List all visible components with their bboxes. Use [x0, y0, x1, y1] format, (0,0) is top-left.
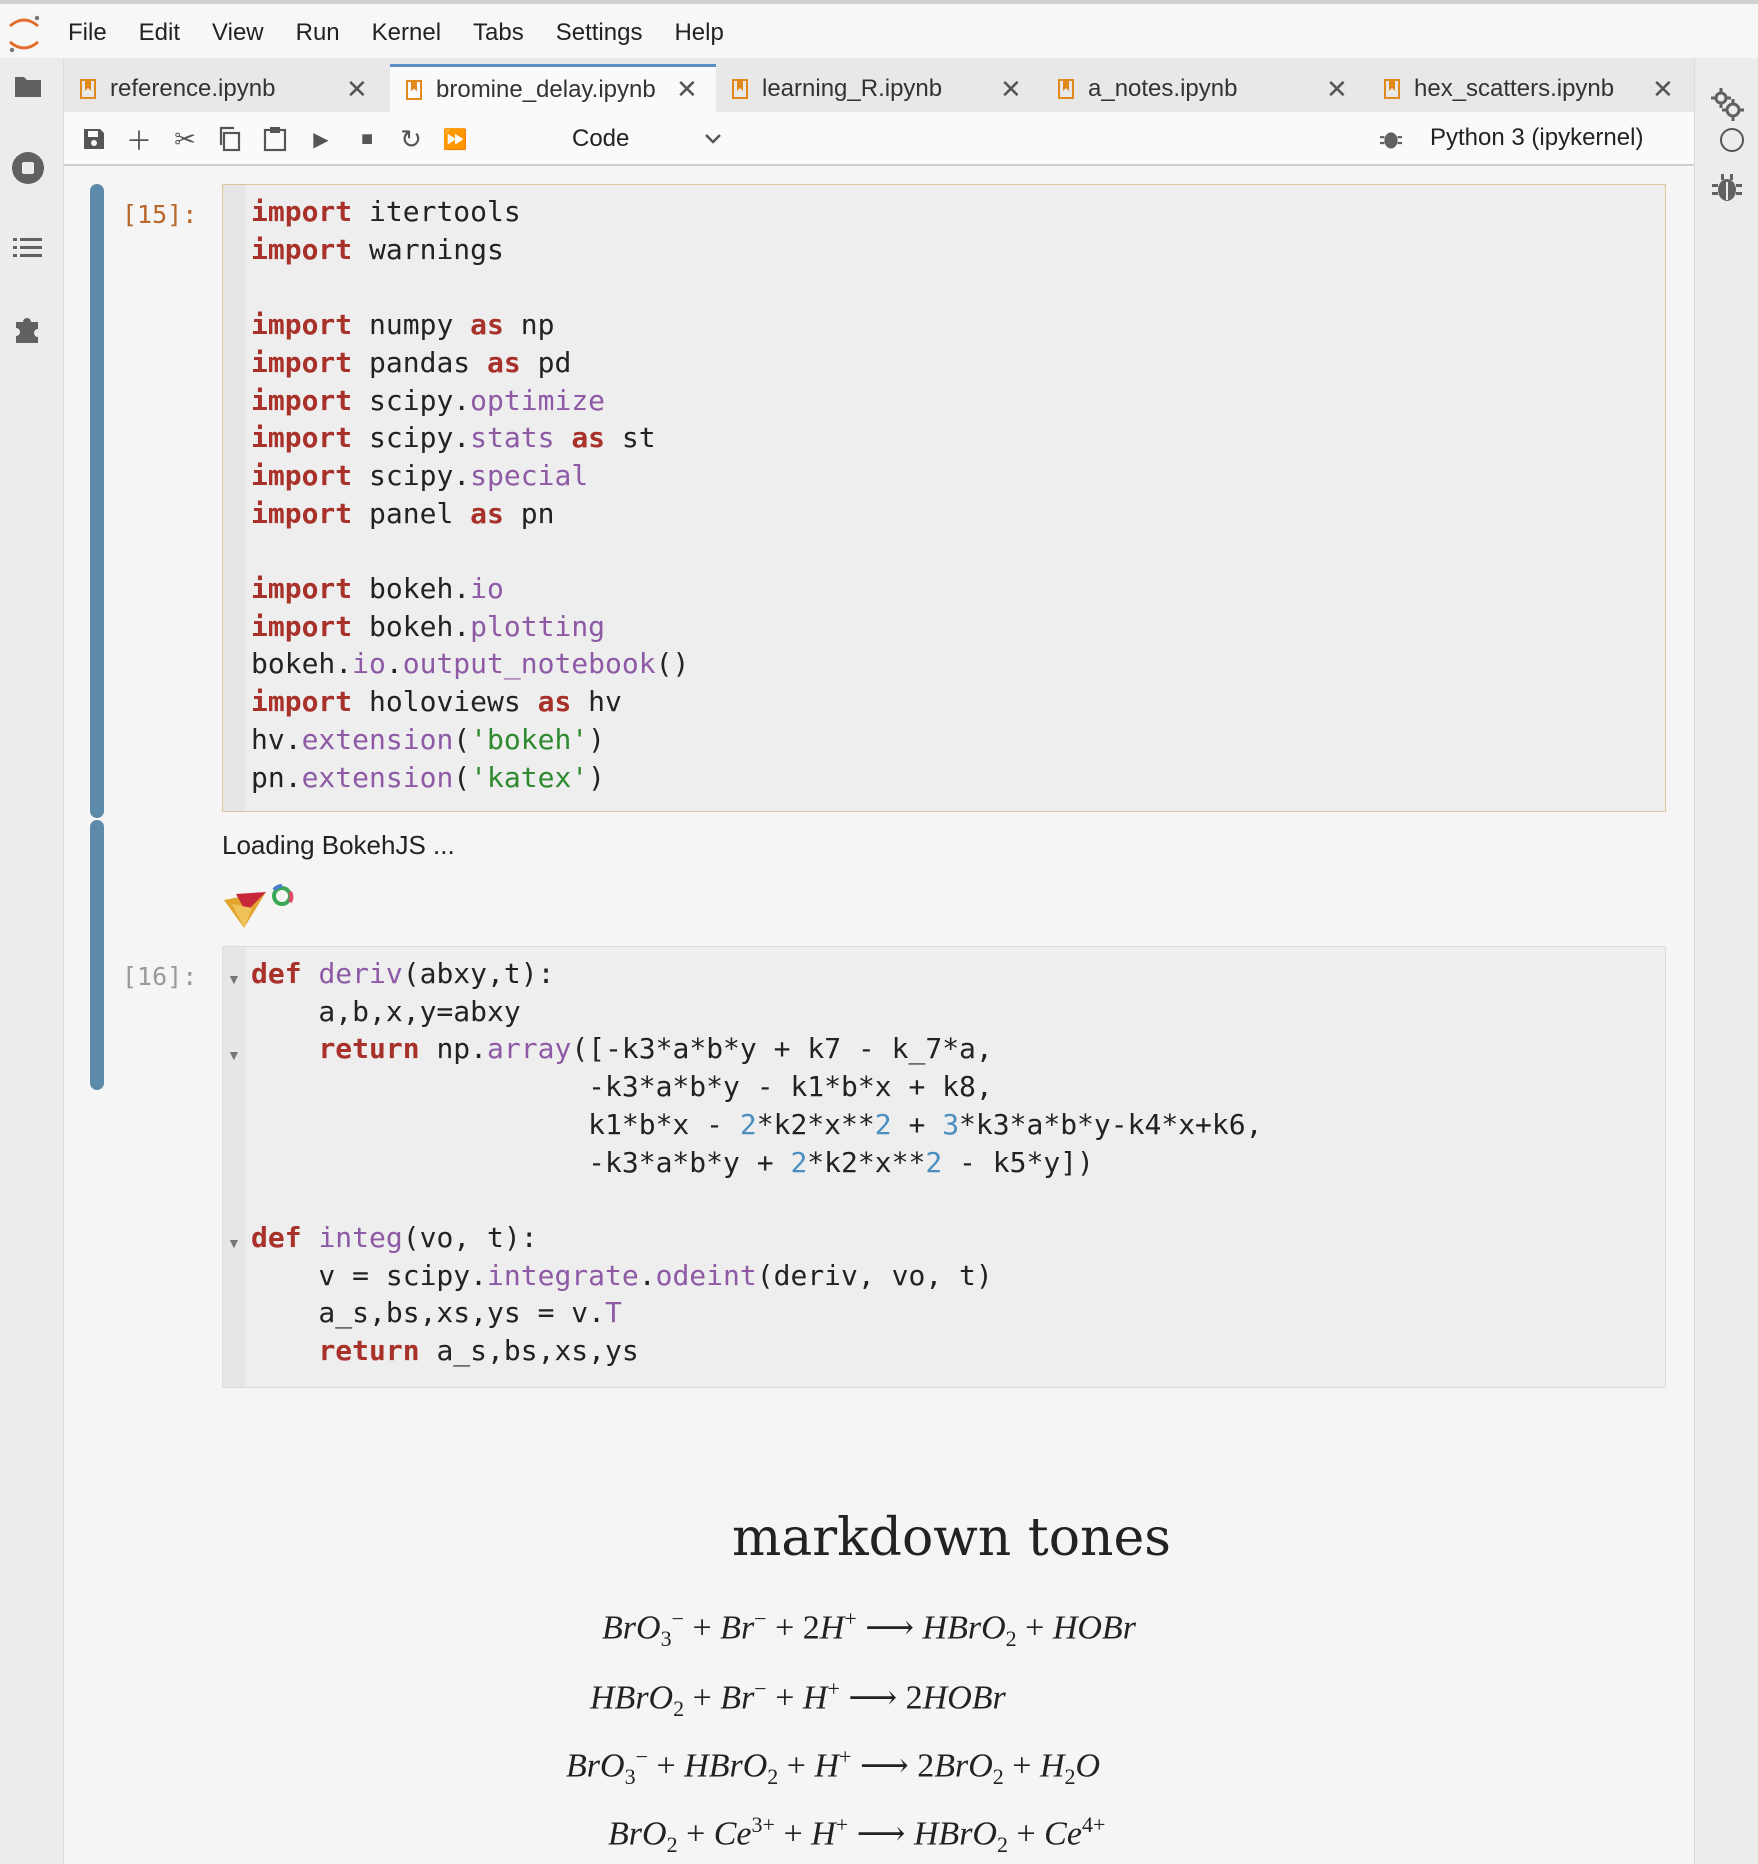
cell-prompt: [16]: — [122, 962, 198, 991]
tab-label: learning_R.ipynb — [762, 75, 943, 102]
tab-label: reference.ipynb — [110, 75, 276, 102]
menu-items: File Edit View Run Kernel Tabs Settings … — [68, 4, 756, 62]
markdown-heading: markdown tones — [732, 1508, 1171, 1568]
code-content: import itertools import warnings import … — [251, 195, 690, 794]
fold-marker-icon[interactable]: ▼ — [227, 971, 241, 987]
table-of-contents-icon[interactable] — [8, 228, 48, 268]
kernel-name[interactable]: Python 3 (ipykernel) — [1430, 124, 1643, 152]
cell-prompt: [15]: — [122, 200, 198, 229]
tab-bar: reference.ipynb ✕ bromine_delay.ipynb ✕ … — [64, 58, 1694, 112]
debugger-bug-icon[interactable] — [1707, 168, 1747, 208]
cell-type-value: Code — [572, 125, 630, 152]
property-inspector-gears-icon[interactable] — [1707, 84, 1747, 124]
close-icon[interactable]: ✕ — [1000, 74, 1022, 105]
menu-bar: File Edit View Run Kernel Tabs Settings … — [0, 0, 1758, 58]
output-text: Loading BokehJS ... — [222, 830, 455, 860]
close-icon[interactable]: ✕ — [1326, 74, 1348, 105]
notebook-icon — [1058, 79, 1074, 99]
tab-reference[interactable]: reference.ipynb ✕ — [64, 66, 390, 112]
cell-collapser[interactable] — [90, 184, 104, 818]
bug-icon[interactable] — [1376, 124, 1406, 154]
equation-4: BrO2 + Ce3+ + H+ ⟶ HBrO2 + Ce4+ — [608, 1812, 1106, 1858]
tab-label: bromine_delay.ipynb — [436, 75, 656, 103]
stop-icon[interactable]: ■ — [352, 124, 382, 154]
cut-icon[interactable]: ✂ — [170, 124, 200, 154]
menu-tabs[interactable]: Tabs — [473, 19, 524, 47]
editor-gutter — [223, 185, 245, 811]
running-stop-icon[interactable] — [8, 148, 48, 188]
fold-marker-icon[interactable]: ▼ — [227, 1235, 241, 1251]
code-editor[interactable]: import itertools import warnings import … — [222, 184, 1666, 812]
tab-learning-r[interactable]: learning_R.ipynb ✕ — [716, 66, 1042, 112]
folder-icon[interactable] — [8, 66, 48, 106]
tab-a-notes[interactable]: a_notes.ipynb ✕ — [1042, 66, 1368, 112]
close-icon[interactable]: ✕ — [346, 74, 368, 105]
jupyter-logo-icon — [9, 15, 40, 53]
menu-file[interactable]: File — [68, 19, 107, 47]
kernel-status-icon — [1720, 128, 1744, 152]
chevron-down-icon — [705, 134, 721, 144]
notebook-icon — [80, 79, 96, 99]
notebook-panel[interactable]: [15]: import itertools import warnings i… — [64, 166, 1694, 1864]
code-content: def deriv(abxy,t): a,b,x,y=abxy return n… — [251, 957, 1263, 1368]
close-icon[interactable]: ✕ — [1652, 74, 1674, 105]
notebook-icon — [1384, 79, 1400, 99]
menu-settings[interactable]: Settings — [556, 19, 643, 47]
equation-1: BrO3− + Br− + 2H+ ⟶ HBrO2 + HOBr — [602, 1606, 1136, 1652]
right-sidebar — [1694, 58, 1758, 1864]
equation-2: HBrO2 + Br− + H+ ⟶ 2HOBr — [590, 1676, 1006, 1722]
bokeh-holoviews-logo-icon — [224, 884, 294, 928]
paste-icon[interactable] — [260, 124, 290, 154]
code-editor[interactable]: ▼ ▼ ▼ def deriv(abxy,t): a,b,x,y=abxy re… — [222, 946, 1666, 1388]
menu-kernel[interactable]: Kernel — [372, 19, 441, 47]
notebook-icon — [732, 79, 748, 99]
tab-label: a_notes.ipynb — [1088, 75, 1238, 102]
menu-edit[interactable]: Edit — [139, 19, 180, 47]
close-icon[interactable]: ✕ — [676, 74, 698, 105]
notebook-toolbar: ＋ ✂ ▶ ■ ↻ ⏩ Code Python 3 (ipykernel) — [64, 112, 1744, 166]
menu-run[interactable]: Run — [296, 19, 340, 47]
fold-marker-icon[interactable]: ▼ — [227, 1047, 241, 1063]
tab-bromine-delay[interactable]: bromine_delay.ipynb ✕ — [390, 64, 716, 112]
cell-type-select[interactable]: Code — [572, 122, 722, 156]
tab-hex-scatters[interactable]: hex_scatters.ipynb ✕ — [1368, 66, 1694, 112]
add-cell-icon[interactable]: ＋ — [124, 124, 154, 156]
menu-view[interactable]: View — [212, 19, 264, 47]
equation-3: BrO3− + HBrO2 + H+ ⟶ 2BrO2 + H2O — [566, 1744, 1101, 1790]
left-sidebar — [0, 58, 64, 1864]
run-icon[interactable]: ▶ — [306, 124, 336, 154]
notebook-icon — [406, 79, 422, 100]
fast-forward-icon[interactable]: ⏩ — [440, 124, 470, 154]
menu-help[interactable]: Help — [674, 19, 723, 47]
output-collapser[interactable] — [90, 820, 104, 1090]
save-icon[interactable] — [79, 124, 109, 154]
restart-icon[interactable]: ↻ — [396, 124, 426, 154]
extension-puzzle-icon[interactable] — [8, 308, 48, 348]
copy-icon[interactable] — [214, 124, 244, 154]
editor-gutter — [223, 947, 245, 1387]
tab-label: hex_scatters.ipynb — [1414, 75, 1615, 102]
